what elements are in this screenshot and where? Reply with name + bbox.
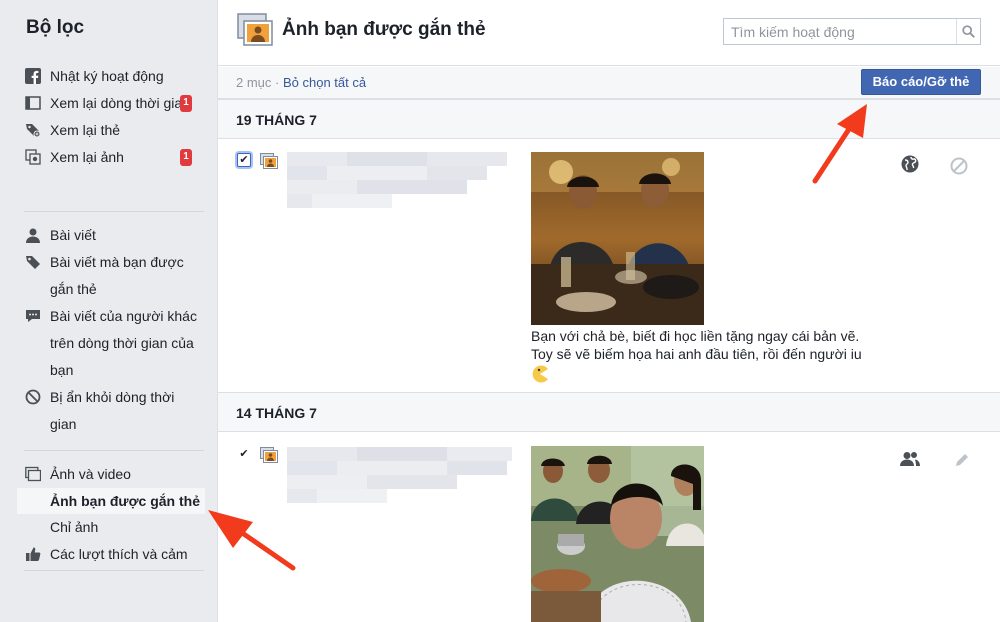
filter-title: Bộ lọc bbox=[26, 17, 85, 38]
notification-badge: 1 bbox=[180, 149, 192, 166]
hidden-icon bbox=[24, 388, 42, 406]
tagged-photo[interactable] bbox=[531, 446, 704, 622]
date-label: 19 THÁNG 7 bbox=[236, 112, 317, 128]
sidebar-item-label: Xem lại thẻ bbox=[50, 122, 121, 138]
main-content: Ảnh bạn được gắn thẻ 2 mục · Bỏ chọn tất… bbox=[218, 0, 1000, 622]
sidebar: Bộ lọc Nhật ký hoạt động Xem lại dòng th… bbox=[0, 0, 218, 622]
item-count: 2 mục bbox=[236, 75, 272, 90]
tagged-photo[interactable] bbox=[531, 152, 704, 325]
sidebar-item-label: Bài viết mà bạn được gắn thẻ bbox=[50, 254, 184, 297]
sidebar-item-likes[interactable]: Các lượt thích và cảm bbox=[24, 541, 204, 568]
sidebar-item-tag-review[interactable]: Xem lại thẻ bbox=[24, 117, 204, 144]
activity-entry: ✔ bbox=[218, 433, 1000, 622]
entry-checkbox[interactable]: ✔ bbox=[237, 153, 251, 167]
sidebar-item-label: Ảnh và video bbox=[50, 466, 131, 482]
nav-group-posts: Bài viết Bài viết mà bạn được gắn thẻ Bà… bbox=[24, 211, 204, 438]
report-untag-button[interactable]: Báo cáo/Gỡ thẻ bbox=[861, 69, 981, 95]
tagged-photos-icon bbox=[237, 13, 273, 47]
sidebar-item-label: Ảnh bạn được gắn thẻ bbox=[50, 493, 200, 509]
blurred-name bbox=[287, 152, 509, 208]
person-icon bbox=[24, 226, 42, 244]
photos-videos-icon bbox=[24, 465, 42, 483]
friends-icon[interactable] bbox=[899, 448, 921, 470]
sidebar-item-others-posts[interactable]: Bài viết của người khác trên dòng thời g… bbox=[24, 303, 204, 384]
annotation-arrow-tagged-photos bbox=[208, 510, 296, 571]
page-header: Ảnh bạn được gắn thẻ bbox=[218, 0, 1000, 66]
sidebar-item-label: Chỉ ảnh bbox=[50, 519, 99, 535]
sidebar-item-label: Bài viết của người khác trên dòng thời g… bbox=[50, 308, 197, 378]
sidebar-item-tagged-photos[interactable]: Ảnh bạn được gắn thẻ bbox=[17, 488, 205, 514]
thumbs-up-icon bbox=[24, 545, 42, 563]
speech-bubble-icon bbox=[24, 307, 42, 325]
photo-review-icon bbox=[24, 148, 42, 166]
facebook-icon bbox=[24, 67, 42, 85]
sidebar-item-label: Các lượt thích và cảm bbox=[50, 546, 188, 562]
tagged-photo-icon bbox=[260, 447, 278, 463]
selection-summary: 2 mục · Bỏ chọn tất cả bbox=[236, 75, 366, 90]
blurred-name bbox=[287, 447, 512, 503]
pencil-icon[interactable] bbox=[951, 449, 973, 471]
sidebar-item-activity-log[interactable]: Nhật ký hoạt động bbox=[24, 63, 204, 90]
sidebar-item-hidden[interactable]: Bị ẩn khỏi dòng thời gian bbox=[24, 384, 204, 438]
tagged-photo-icon bbox=[260, 153, 278, 169]
caption-line: Toy sẽ vẽ biếm họa hai anh đầu tiên, rồi… bbox=[531, 346, 862, 362]
tag-review-icon bbox=[24, 121, 42, 139]
timeline-icon bbox=[24, 94, 42, 112]
annotation-arrow-report bbox=[812, 104, 867, 184]
sidebar-item-photos-only[interactable]: Chỉ ảnh bbox=[24, 514, 204, 541]
sidebar-item-label: Bài viết bbox=[50, 227, 96, 243]
date-header: 19 THÁNG 7 bbox=[218, 99, 1000, 139]
sidebar-item-timeline-review[interactable]: Xem lại dòng thời gian 1 bbox=[24, 90, 204, 117]
activity-entry: ✔ bbox=[218, 140, 1000, 392]
search-input[interactable] bbox=[724, 19, 956, 44]
notification-badge: 1 bbox=[180, 95, 192, 112]
deselect-all-link[interactable]: Bỏ chọn tất cả bbox=[283, 75, 366, 90]
sidebar-item-label: Bị ẩn khỏi dòng thời gian bbox=[50, 389, 175, 432]
caption-line: Bạn với chả bè, biết đi học liền tặng ng… bbox=[531, 328, 860, 344]
sidebar-item-photo-review[interactable]: Xem lại ảnh 1 bbox=[24, 144, 204, 171]
sidebar-item-posts[interactable]: Bài viết bbox=[24, 222, 204, 249]
globe-icon[interactable] bbox=[899, 153, 921, 175]
selection-toolbar: 2 mục · Bỏ chọn tất cả Báo cáo/Gỡ thẻ bbox=[218, 67, 1000, 99]
hide-circle-icon[interactable] bbox=[948, 155, 970, 177]
page-title: Ảnh bạn được gắn thẻ bbox=[282, 19, 486, 40]
date-label: 14 THÁNG 7 bbox=[236, 405, 317, 421]
search-icon bbox=[962, 25, 975, 38]
search-box bbox=[723, 18, 981, 45]
sidebar-item-label: Nhật ký hoạt động bbox=[50, 68, 164, 84]
entry-checkbox[interactable]: ✔ bbox=[237, 447, 251, 461]
nav-group-photos: Ảnh và video Ảnh bạn được gắn thẻ Chỉ ản… bbox=[17, 450, 205, 571]
separator: · bbox=[271, 75, 283, 90]
pacman-emoji bbox=[531, 365, 891, 387]
nav-group-activity: Nhật ký hoạt động Xem lại dòng thời gian… bbox=[24, 63, 204, 171]
date-header: 14 THÁNG 7 bbox=[218, 392, 1000, 432]
tag-icon bbox=[24, 253, 42, 271]
sidebar-item-photos-videos[interactable]: Ảnh và video bbox=[24, 461, 204, 488]
photo-caption: Bạn với chả bè, biết đi học liền tặng ng… bbox=[531, 327, 891, 387]
search-button[interactable] bbox=[956, 19, 980, 44]
sidebar-item-tagged-posts[interactable]: Bài viết mà bạn được gắn thẻ bbox=[24, 249, 204, 303]
